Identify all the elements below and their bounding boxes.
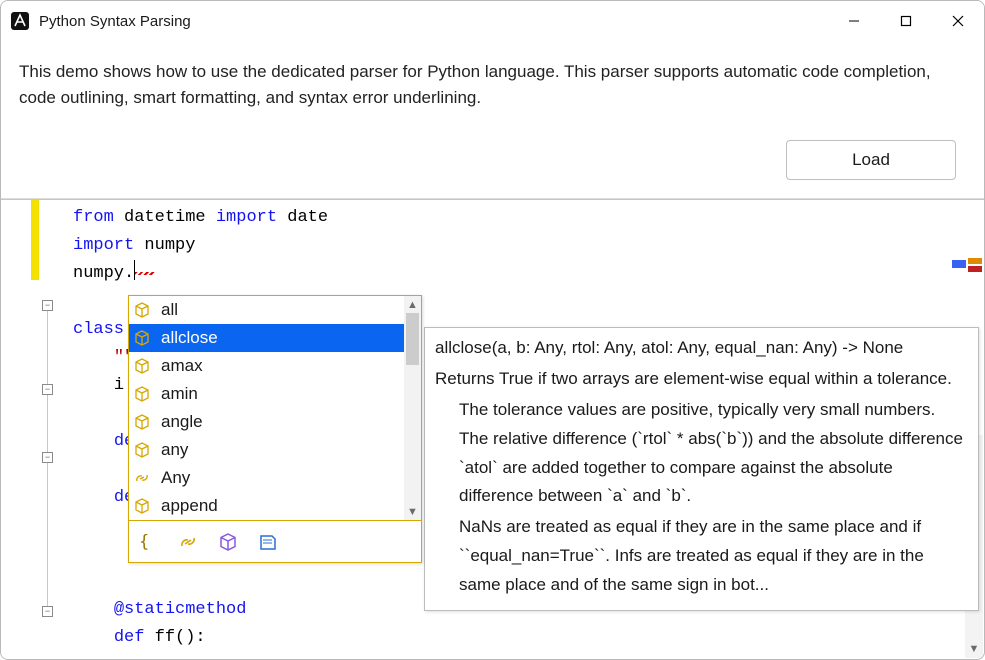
completion-item-label: amax bbox=[161, 356, 203, 376]
load-button[interactable]: Load bbox=[786, 140, 956, 180]
fold-toggle[interactable]: − bbox=[42, 606, 53, 617]
completion-footer: { } bbox=[129, 520, 421, 562]
scroll-up-icon[interactable]: ▲ bbox=[404, 296, 421, 313]
load-button-label: Load bbox=[852, 150, 890, 170]
cube-icon bbox=[133, 301, 151, 319]
app-icon bbox=[11, 12, 29, 30]
completion-scrollbar[interactable]: ▲ ▼ bbox=[404, 296, 421, 520]
completion-popup: ▲ ▼ all allclose amax amin bbox=[128, 295, 422, 563]
completion-item-label: append bbox=[161, 496, 218, 516]
link-icon[interactable] bbox=[177, 531, 199, 553]
tooltip-body: NaNs are treated as equal if they are in… bbox=[435, 513, 968, 600]
completion-item[interactable]: amin bbox=[129, 380, 421, 408]
completion-item[interactable]: any bbox=[129, 436, 421, 464]
svg-text:{ }: { } bbox=[139, 532, 159, 552]
completion-item[interactable]: amax bbox=[129, 352, 421, 380]
scroll-down-button[interactable]: ▼ bbox=[965, 640, 983, 658]
scroll-down-icon[interactable]: ▼ bbox=[404, 503, 421, 520]
cube-icon bbox=[133, 441, 151, 459]
minimize-button[interactable] bbox=[828, 1, 880, 41]
completion-item-label: allclose bbox=[161, 328, 218, 348]
book-icon[interactable] bbox=[257, 531, 279, 553]
cube-icon bbox=[133, 413, 151, 431]
tooltip-signature: allclose(a, b: Any, rtol: Any, atol: Any… bbox=[435, 334, 968, 363]
completion-item[interactable]: angle bbox=[129, 408, 421, 436]
cube-icon[interactable] bbox=[217, 531, 239, 553]
completion-item[interactable]: allclose bbox=[129, 324, 421, 352]
cube-icon bbox=[133, 497, 151, 515]
maximize-button[interactable] bbox=[880, 1, 932, 41]
close-icon bbox=[952, 15, 964, 27]
window-title: Python Syntax Parsing bbox=[39, 13, 191, 30]
fold-toggle[interactable]: − bbox=[42, 300, 53, 311]
maximize-icon bbox=[900, 15, 912, 27]
braces-icon[interactable]: { } bbox=[137, 531, 159, 553]
completion-item-label: amin bbox=[161, 384, 198, 404]
app-window: Python Syntax Parsing This demo shows ho… bbox=[0, 0, 985, 660]
completion-list[interactable]: ▲ ▼ all allclose amax amin bbox=[129, 296, 421, 520]
completion-item[interactable]: append bbox=[129, 492, 421, 520]
modified-marker bbox=[31, 200, 39, 280]
overview-markers bbox=[952, 255, 984, 275]
cube-icon bbox=[133, 329, 151, 347]
change-marker-gutter bbox=[1, 200, 39, 659]
fold-toggle[interactable]: − bbox=[42, 384, 53, 395]
tooltip-body: The tolerance values are positive, typic… bbox=[435, 396, 968, 512]
fold-toggle[interactable]: − bbox=[42, 452, 53, 463]
cube-icon bbox=[133, 357, 151, 375]
scroll-thumb[interactable] bbox=[406, 313, 419, 365]
completion-item-label: angle bbox=[161, 412, 203, 432]
error-squiggle bbox=[135, 272, 155, 275]
titlebar: Python Syntax Parsing bbox=[1, 1, 984, 41]
close-button[interactable] bbox=[932, 1, 984, 41]
completion-item[interactable]: Any bbox=[129, 464, 421, 492]
fold-gutter: − − − − bbox=[39, 200, 65, 659]
description-text: This demo shows how to use the dedicated… bbox=[19, 59, 966, 112]
completion-item-label: all bbox=[161, 300, 178, 320]
link-icon bbox=[133, 469, 151, 487]
doc-tooltip: allclose(a, b: Any, rtol: Any, atol: Any… bbox=[424, 327, 979, 611]
completion-item-label: any bbox=[161, 440, 188, 460]
completion-item-label: Any bbox=[161, 468, 190, 488]
header-panel: This demo shows how to use the dedicated… bbox=[1, 41, 984, 199]
tooltip-summary: Returns True if two arrays are element-w… bbox=[435, 365, 968, 394]
text-cursor bbox=[134, 260, 135, 280]
cube-icon bbox=[133, 385, 151, 403]
completion-item[interactable]: all bbox=[129, 296, 421, 324]
minimize-icon bbox=[848, 15, 860, 27]
